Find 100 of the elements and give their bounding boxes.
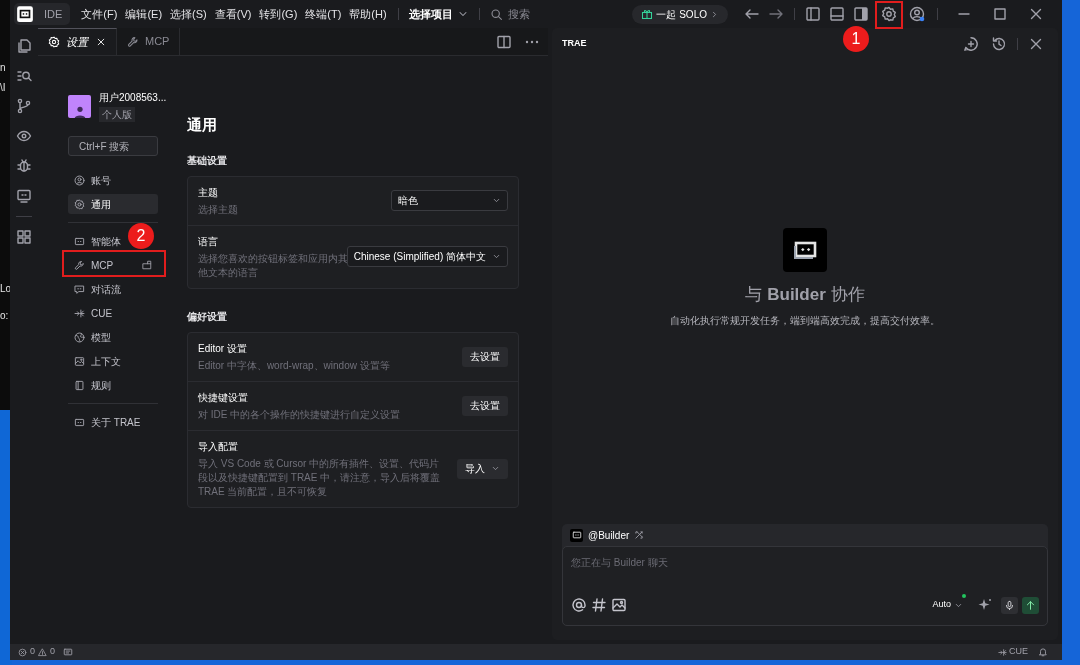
settings-button[interactable]: 去设置 [462,395,508,416]
history-icon [991,36,1007,52]
eye-icon [16,128,32,144]
problems-indicator[interactable]: 0 0 [18,645,56,659]
bug-icon [16,158,32,174]
files-icon [16,38,32,54]
wrench-icon [127,35,139,48]
arrow-star-icon [998,647,1007,657]
close-tab-icon[interactable] [96,37,106,47]
sidebar-layout-icon [805,6,821,22]
user-avatar [68,94,91,118]
welcome-heading: 与 Builder 协作 [745,284,865,306]
setting-title: Editor 设置 [198,341,248,356]
warning-icon [38,647,47,657]
section-heading: 偏好设置 [187,309,228,324]
hash-icon [591,597,607,613]
ports-icon[interactable] [63,647,74,657]
branch-icon [16,98,32,114]
close-icon [1028,6,1044,22]
editor-tab[interactable]: MCP [117,28,181,55]
error-icon [18,647,27,657]
send-button[interactable] [1022,596,1039,614]
menu-item[interactable]: 查看(V) [213,5,253,23]
tools-icon [634,530,645,540]
dropdown[interactable]: 暗色 [391,190,508,211]
chat-input-box[interactable]: 您正在与 Builder 聊天 Auto [562,546,1048,626]
right-panel-layout-icon [853,6,869,22]
solo-button[interactable]: 一起 SOLO [632,4,728,24]
menu-item[interactable]: 帮助(H) [348,5,388,23]
gear-icon [74,198,85,210]
settings-nav-item[interactable]: CUE [68,303,119,323]
settings-nav-item[interactable]: 通用 [68,194,158,214]
chevron-icon [492,196,501,205]
more-icon [524,39,540,44]
settings-nav-item[interactable]: 规则 [68,375,117,395]
robot-icon [74,416,85,428]
menu-item[interactable]: 编辑(E) [124,5,164,23]
setting-title: 主题 [198,185,219,200]
search-icon [16,68,32,84]
settings-nav-item[interactable]: 上下文 [68,351,127,371]
background-text: o: [0,310,9,322]
settings-nav-item[interactable]: MCP [68,255,158,275]
model-selector[interactable]: Auto [932,598,963,612]
voice-button[interactable] [1001,596,1018,614]
settings-nav-item[interactable]: 对话流 [68,279,127,299]
settings-button[interactable]: 去设置 [462,346,508,367]
chat-icon [74,283,85,295]
setting-title: 语言 [198,234,219,249]
project-selector[interactable]: 选择项目 [408,5,469,23]
notifications-icon[interactable] [1038,647,1048,657]
setting-description: 导入 VS Code 或 Cursor 中的所有插件、设置、代码片段以及快捷键配置到 TRAE 中，请注意，导入后将覆盖 TRAE 当前配置，且不可恢复 [198,456,442,499]
menu-item[interactable]: 终端(T) [304,5,343,23]
background-text: \I [0,82,6,94]
annotation-frame [875,1,903,29]
gear-icon [48,36,60,48]
minimize-icon [956,12,972,16]
menu-item[interactable]: 文件(F) [80,5,119,23]
panel-title: TRAE [562,37,587,51]
arrow-up-icon [1025,599,1036,611]
settings-nav-item[interactable]: 智能体 [68,231,127,251]
setting-description: Editor 中字体、word-wrap、window 设置等 [198,358,391,373]
import-button[interactable]: 导入 [457,458,508,479]
settings-nav-item[interactable]: 关于 TRAE [68,412,147,432]
builder-logo-icon [783,228,827,272]
search-icon [489,7,503,21]
search-field[interactable]: 搜索 [489,5,530,23]
settings-icon [881,6,897,22]
gift-icon [641,8,654,20]
welcome-subtitle: 自动化执行常规开发任务，端到端高效完成，提高交付效率。 [670,313,940,328]
panel-layout-icon [829,6,845,22]
book-icon [74,379,85,391]
setting-description: 选择主题 [198,202,239,217]
menu-item[interactable]: 转到(G) [258,5,299,23]
monitor-icon [16,188,32,204]
chat-plus-icon [963,36,979,52]
cue-indicator[interactable]: CUE [998,645,1028,659]
setting-description: 对 IDE 中的各个操作的快捷键进行自定义设置 [198,407,402,422]
menu-item[interactable]: 选择(S) [169,5,208,23]
user-icon [74,174,85,186]
section-heading: 基础设置 [187,153,228,168]
settings-search-field[interactable]: Ctrl+F 搜索 [68,136,158,156]
page-title: 通用 [187,115,218,135]
app-logo-icon [16,5,34,23]
annotation-number: 2 [128,223,154,249]
plan-badge: 个人版 [99,107,135,122]
arrow-star-icon [74,307,85,319]
split-icon [496,33,512,50]
setting-title: 导入配置 [198,439,239,454]
dropdown[interactable]: Chinese (Simplified) 简体中文 [346,246,508,267]
globe-icon [74,331,85,343]
chevron-icon [710,9,719,19]
settings-nav-item[interactable]: 模型 [68,327,117,347]
settings-nav-item[interactable]: 账号 [68,170,117,190]
agent-mention: @Builder [588,528,630,543]
editor-tab[interactable]: 设置 [38,28,117,55]
chevron-icon [492,252,501,261]
setting-title: 快捷键设置 [198,390,249,405]
close-icon [1028,36,1044,52]
microphone-icon [1004,599,1015,611]
robot-icon [74,235,85,247]
